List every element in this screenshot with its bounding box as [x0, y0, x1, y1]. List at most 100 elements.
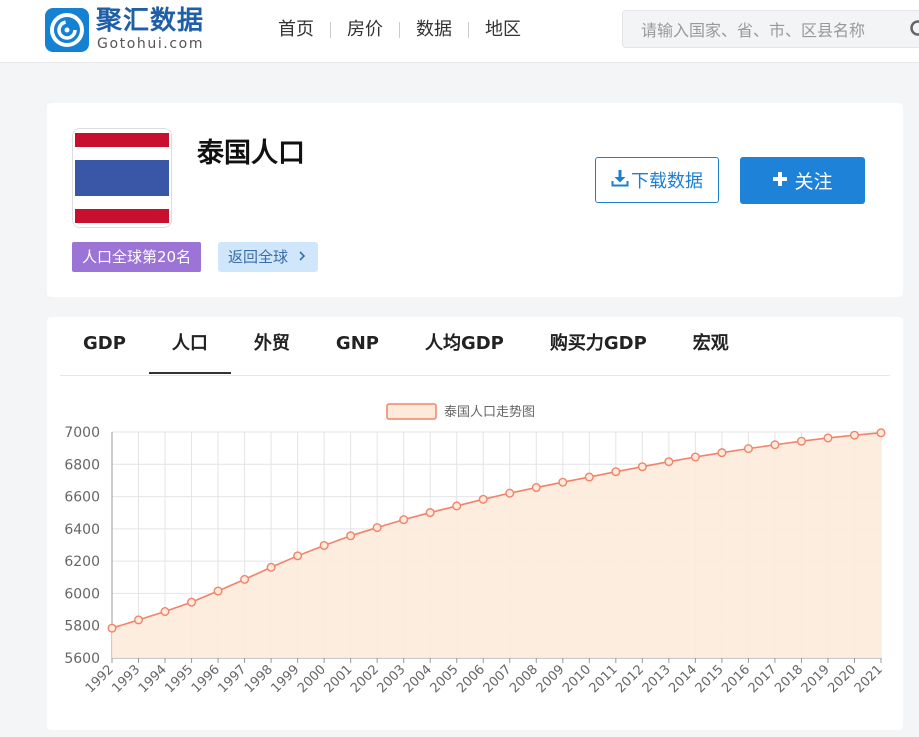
y-tick-label: 7000 — [64, 425, 100, 441]
data-point — [611, 467, 621, 477]
tab-gdp-per-capita[interactable]: 人均GDP — [402, 317, 527, 374]
page-title: 泰国人口 — [197, 138, 305, 169]
data-point — [823, 433, 833, 443]
x-tick-label: 2014 — [666, 662, 700, 696]
data-point — [160, 607, 170, 617]
download-icon — [611, 169, 629, 192]
x-tick-label: 2002 — [348, 662, 382, 696]
logo-subtitle: Gotohui.com — [97, 36, 205, 52]
data-point — [452, 501, 462, 511]
x-tick-label: 2008 — [507, 662, 541, 696]
data-point — [505, 488, 515, 498]
data-card: GDP 人口 外贸 GNP 人均GDP 购买力GDP 宏观 泰国人口走势图 560… — [47, 317, 903, 730]
x-tick-label: 2005 — [428, 662, 462, 696]
download-label: 下载数据 — [631, 171, 703, 192]
search-input[interactable] — [639, 11, 903, 49]
data-point — [240, 574, 250, 584]
data-point — [372, 523, 382, 533]
indicator-tabs: GDP 人口 外贸 GNP 人均GDP 购买力GDP 宏观 — [60, 317, 890, 376]
search-icon[interactable] — [909, 19, 919, 45]
follow-button[interactable]: 关注 — [740, 157, 865, 204]
x-tick-label: 2000 — [295, 662, 329, 696]
data-point — [770, 440, 780, 450]
data-point — [743, 444, 753, 454]
nav-item-home[interactable]: 首页 — [262, 17, 330, 43]
x-tick-label: 2018 — [772, 662, 806, 696]
y-tick-label: 6600 — [64, 490, 100, 506]
x-tick-label: 2010 — [560, 662, 594, 696]
x-tick-label: 1998 — [242, 662, 276, 696]
country-card: 泰国人口 下载数据 关注 人口全球第20名 返回全球 — [47, 103, 903, 297]
data-point — [399, 515, 409, 525]
thailand-flag — [72, 128, 172, 228]
legend-label: 泰国人口走势图 — [444, 404, 535, 420]
x-tick-label: 1997 — [215, 662, 249, 696]
tab-gnp[interactable]: GNP — [313, 317, 402, 374]
x-tick-label: 2013 — [640, 662, 674, 696]
y-tick-label: 6400 — [64, 522, 100, 538]
tab-ppp-gdp[interactable]: 购买力GDP — [527, 317, 670, 374]
data-point — [796, 436, 806, 446]
data-point — [849, 430, 859, 440]
tab-gdp[interactable]: GDP — [60, 317, 149, 374]
y-tick-label: 6000 — [64, 586, 100, 602]
data-point — [107, 623, 117, 633]
x-tick-label: 2007 — [481, 662, 515, 696]
chevron-right-icon — [298, 242, 306, 272]
data-point — [717, 448, 727, 458]
data-point — [664, 457, 674, 467]
tab-foreign-trade[interactable]: 外贸 — [231, 317, 313, 374]
data-point — [637, 462, 647, 472]
top-header: 聚汇数据 Gotohui.com 首页 房价 数据 地区 — [0, 0, 919, 63]
data-point — [531, 483, 541, 493]
x-tick-label: 2003 — [375, 662, 409, 696]
data-point — [425, 508, 435, 518]
tab-population[interactable]: 人口 — [148, 317, 231, 374]
tab-macro[interactable]: 宏观 — [670, 317, 752, 374]
data-point — [690, 452, 700, 462]
follow-label: 关注 — [794, 171, 833, 193]
y-tick-label: 5600 — [64, 651, 100, 667]
search-box — [622, 10, 919, 49]
population-chart-svg: 泰国人口走势图 5600 5800 6000 6200 6400 6600 6800 7000 1… — [64, 403, 886, 696]
nav-item-data[interactable]: 数据 — [400, 17, 468, 43]
data-point — [346, 531, 356, 541]
logo-icon[interactable] — [45, 8, 89, 52]
legend-swatch — [386, 403, 437, 420]
data-point — [558, 477, 568, 487]
data-point — [213, 586, 223, 596]
main-nav: 首页 房价 数据 地区 — [262, 17, 537, 43]
x-tick-label: 1995 — [162, 662, 196, 696]
rank-badge: 人口全球第20名 — [72, 242, 202, 272]
data-point — [584, 472, 594, 482]
x-tick-label: 1999 — [268, 662, 302, 696]
x-tick-label: 2012 — [613, 662, 647, 696]
y-tick-label: 5800 — [64, 619, 100, 635]
x-tick-label: 2015 — [693, 662, 727, 696]
population-chart: 泰国人口走势图 5600 5800 6000 6200 6400 6600 6800 7000 1… — [47, 392, 903, 730]
x-tick-label: 2009 — [534, 662, 568, 696]
y-tick-label: 6800 — [64, 457, 100, 473]
x-tick-label: 2019 — [799, 662, 833, 696]
x-tick-label: 2004 — [401, 662, 435, 696]
nav-item-region[interactable]: 地区 — [469, 17, 537, 43]
back-label: 返回全球 — [228, 248, 289, 266]
x-tick-label: 2016 — [719, 662, 753, 696]
x-tick-label: 1992 — [83, 662, 117, 696]
x-tick-label: 2020 — [825, 662, 859, 696]
plus-icon — [772, 170, 788, 192]
y-tick-label: 6200 — [64, 554, 100, 570]
back-to-global-button[interactable]: 返回全球 — [218, 242, 319, 272]
x-tick-label: 2021 — [852, 662, 886, 696]
data-point — [293, 551, 303, 561]
x-tick-label: 1994 — [136, 662, 170, 696]
logo-title[interactable]: 聚汇数据 — [96, 6, 204, 36]
x-tick-label: 1993 — [109, 662, 143, 696]
nav-item-housing-price[interactable]: 房价 — [331, 17, 399, 43]
x-tick-label: 1996 — [189, 662, 223, 696]
data-point — [876, 428, 886, 438]
x-tick-label: 2001 — [321, 662, 355, 696]
download-data-button[interactable]: 下载数据 — [595, 157, 719, 203]
series-area — [112, 432, 881, 658]
data-point — [478, 494, 488, 504]
